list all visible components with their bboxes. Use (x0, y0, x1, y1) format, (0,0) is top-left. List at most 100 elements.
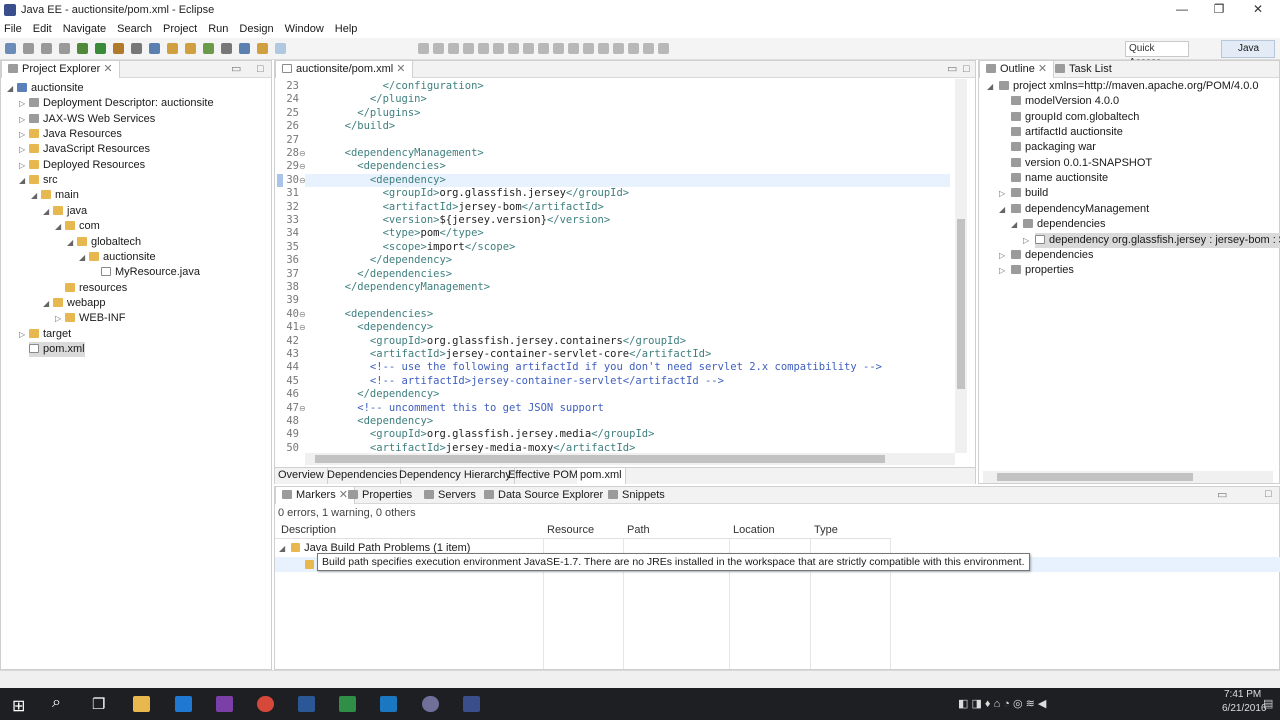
editor-tab-dependencies[interactable]: Dependencies (324, 468, 402, 484)
chevron-right-icon[interactable]: ▷ (19, 330, 25, 339)
tree-item[interactable]: auctionsite (17, 81, 84, 96)
code-line[interactable]: </dependency> (332, 254, 452, 267)
task-view-icon[interactable]: ❐ (92, 695, 105, 713)
minimize-icon[interactable]: ▭ (1217, 488, 1227, 501)
tab-data-source-explorer[interactable]: Data Source Explorer (478, 487, 609, 504)
toolbar-icon[interactable] (149, 43, 160, 54)
tree-item[interactable]: target (29, 327, 71, 342)
code-line[interactable]: <version>${jersey.version}</version> (332, 214, 611, 227)
eclipse-taskbar-icon[interactable] (463, 696, 480, 712)
chevron-right-icon[interactable]: ▷ (1023, 236, 1029, 245)
fold-icon[interactable]: ⊖ (299, 176, 306, 185)
tree-item[interactable]: src (29, 173, 58, 188)
code-line[interactable]: <dependencies> (332, 308, 434, 321)
outline-item[interactable]: artifactId auctionsite (1011, 125, 1123, 140)
minimize-button[interactable]: — (1164, 0, 1200, 20)
menu-project[interactable]: Project (163, 23, 197, 35)
column-type[interactable]: Type (810, 521, 838, 539)
code-line[interactable]: <groupId>org.glassfish.jersey.media</gro… (332, 428, 655, 441)
tree-item[interactable]: auctionsite (89, 250, 156, 265)
code-line[interactable]: <dependency> (332, 415, 433, 428)
chevron-right-icon[interactable]: ▷ (999, 251, 1005, 260)
tab-servers[interactable]: Servers (418, 487, 482, 504)
fold-icon[interactable]: ⊖ (299, 310, 306, 319)
toolbar-icon[interactable] (77, 43, 88, 54)
toolbar-icon[interactable] (113, 43, 124, 54)
code-line[interactable]: <dependencies> (332, 160, 446, 173)
tab-snippets[interactable]: Snippets (602, 487, 671, 504)
chevron-down-icon[interactable]: ◢ (79, 253, 85, 262)
code-line[interactable]: </configuration> (332, 80, 484, 93)
hscroll-thumb[interactable] (315, 455, 885, 463)
outline-item[interactable]: dependencies (1023, 217, 1106, 232)
chevron-right-icon[interactable]: ▷ (999, 189, 1005, 198)
chevron-down-icon[interactable]: ◢ (1011, 220, 1017, 229)
word-icon[interactable] (298, 696, 315, 712)
toolbar-icon[interactable] (628, 43, 639, 54)
code-line[interactable]: <groupId>org.glassfish.jersey.containers… (332, 335, 686, 348)
tree-item[interactable]: com (65, 219, 100, 234)
tab-outline[interactable]: Outline ✕ (979, 61, 1055, 78)
tree-item[interactable]: JavaScript Resources (29, 142, 150, 157)
chevron-right-icon[interactable]: ▷ (19, 115, 25, 124)
outline-item[interactable]: build (1011, 186, 1048, 201)
toolbar-icon[interactable] (538, 43, 549, 54)
code-line[interactable]: </plugins> (332, 107, 420, 120)
chevron-right-icon[interactable]: ▷ (19, 130, 25, 139)
outline-item[interactable]: groupId com.globaltech (1011, 110, 1139, 125)
clock-date[interactable]: 6/21/2016 (1222, 703, 1267, 714)
toolbar-icon[interactable] (598, 43, 609, 54)
code-line[interactable]: <groupId>org.glassfish.jersey</groupId> (332, 187, 630, 200)
maximize-icon[interactable]: □ (1265, 488, 1272, 500)
toolbar-icon[interactable] (478, 43, 489, 54)
code-line[interactable]: <scope>import</scope> (332, 241, 516, 254)
tree-item[interactable]: main (41, 188, 79, 203)
fold-icon[interactable]: ⊖ (299, 149, 306, 158)
chevron-down-icon[interactable]: ◢ (987, 82, 993, 91)
code-line[interactable]: <artifactId>jersey-container-servlet-cor… (332, 348, 711, 361)
menu-window[interactable]: Window (285, 23, 324, 35)
tree-item[interactable]: Java Resources (29, 127, 122, 142)
toolbar-icon[interactable] (493, 43, 504, 54)
visual-studio-icon[interactable] (216, 696, 233, 712)
close-icon[interactable]: ✕ (103, 63, 112, 75)
toolbar-icon[interactable] (185, 43, 196, 54)
scroll-thumb[interactable] (957, 219, 965, 389)
outline-hscrollbar[interactable] (983, 471, 1273, 483)
minimize-icon[interactable]: ▭ (947, 61, 957, 77)
close-icon[interactable]: ✕ (1038, 63, 1047, 75)
chevron-down-icon[interactable]: ◢ (43, 207, 49, 216)
toolbar-icon[interactable] (203, 43, 214, 54)
toolbar-icon[interactable] (613, 43, 624, 54)
skype-icon[interactable] (380, 696, 397, 712)
code-line[interactable]: </dependency> (332, 388, 439, 401)
toolbar-icon[interactable] (275, 43, 286, 54)
chevron-right-icon[interactable]: ▷ (19, 161, 25, 170)
outline-item[interactable]: dependencyManagement (1011, 202, 1149, 217)
menu-edit[interactable]: Edit (33, 23, 52, 35)
outline-item[interactable]: project xmlns=http://maven.apache.org/PO… (999, 79, 1259, 94)
chevron-down-icon[interactable]: ◢ (31, 191, 37, 200)
toolbar-icon[interactable] (239, 43, 250, 54)
column-description[interactable]: Description (277, 521, 336, 539)
chevron-down-icon[interactable]: ◢ (55, 222, 61, 231)
toolbar-icon[interactable] (5, 43, 16, 54)
toolbar-icon[interactable] (221, 43, 232, 54)
maximize-button[interactable]: ❐ (1201, 0, 1237, 20)
menu-design[interactable]: Design (239, 23, 273, 35)
chrome-icon[interactable] (257, 696, 274, 712)
vertical-scrollbar[interactable] (955, 79, 967, 453)
tree-item[interactable]: pom.xml (29, 341, 85, 357)
tray-icons[interactable]: ◧ ◨ ♦ ⌂ ◔ ◎ ≋ ◀ (958, 697, 1046, 710)
column-path[interactable]: Path (623, 521, 650, 539)
edge-browser-icon[interactable] (175, 696, 192, 712)
code-line[interactable]: </plugin> (332, 93, 427, 106)
editor-tab-dependency-hierarchy[interactable]: Dependency Hierarchy (396, 468, 515, 484)
toolbar-icon[interactable] (23, 43, 34, 54)
chevron-down-icon[interactable]: ◢ (279, 544, 285, 553)
toolbar-icon[interactable] (418, 43, 429, 54)
excel-icon[interactable] (339, 696, 356, 712)
tree-item[interactable]: Deployed Resources (29, 158, 145, 173)
close-icon[interactable]: ✕ (396, 63, 405, 75)
toolbar-icon[interactable] (508, 43, 519, 54)
